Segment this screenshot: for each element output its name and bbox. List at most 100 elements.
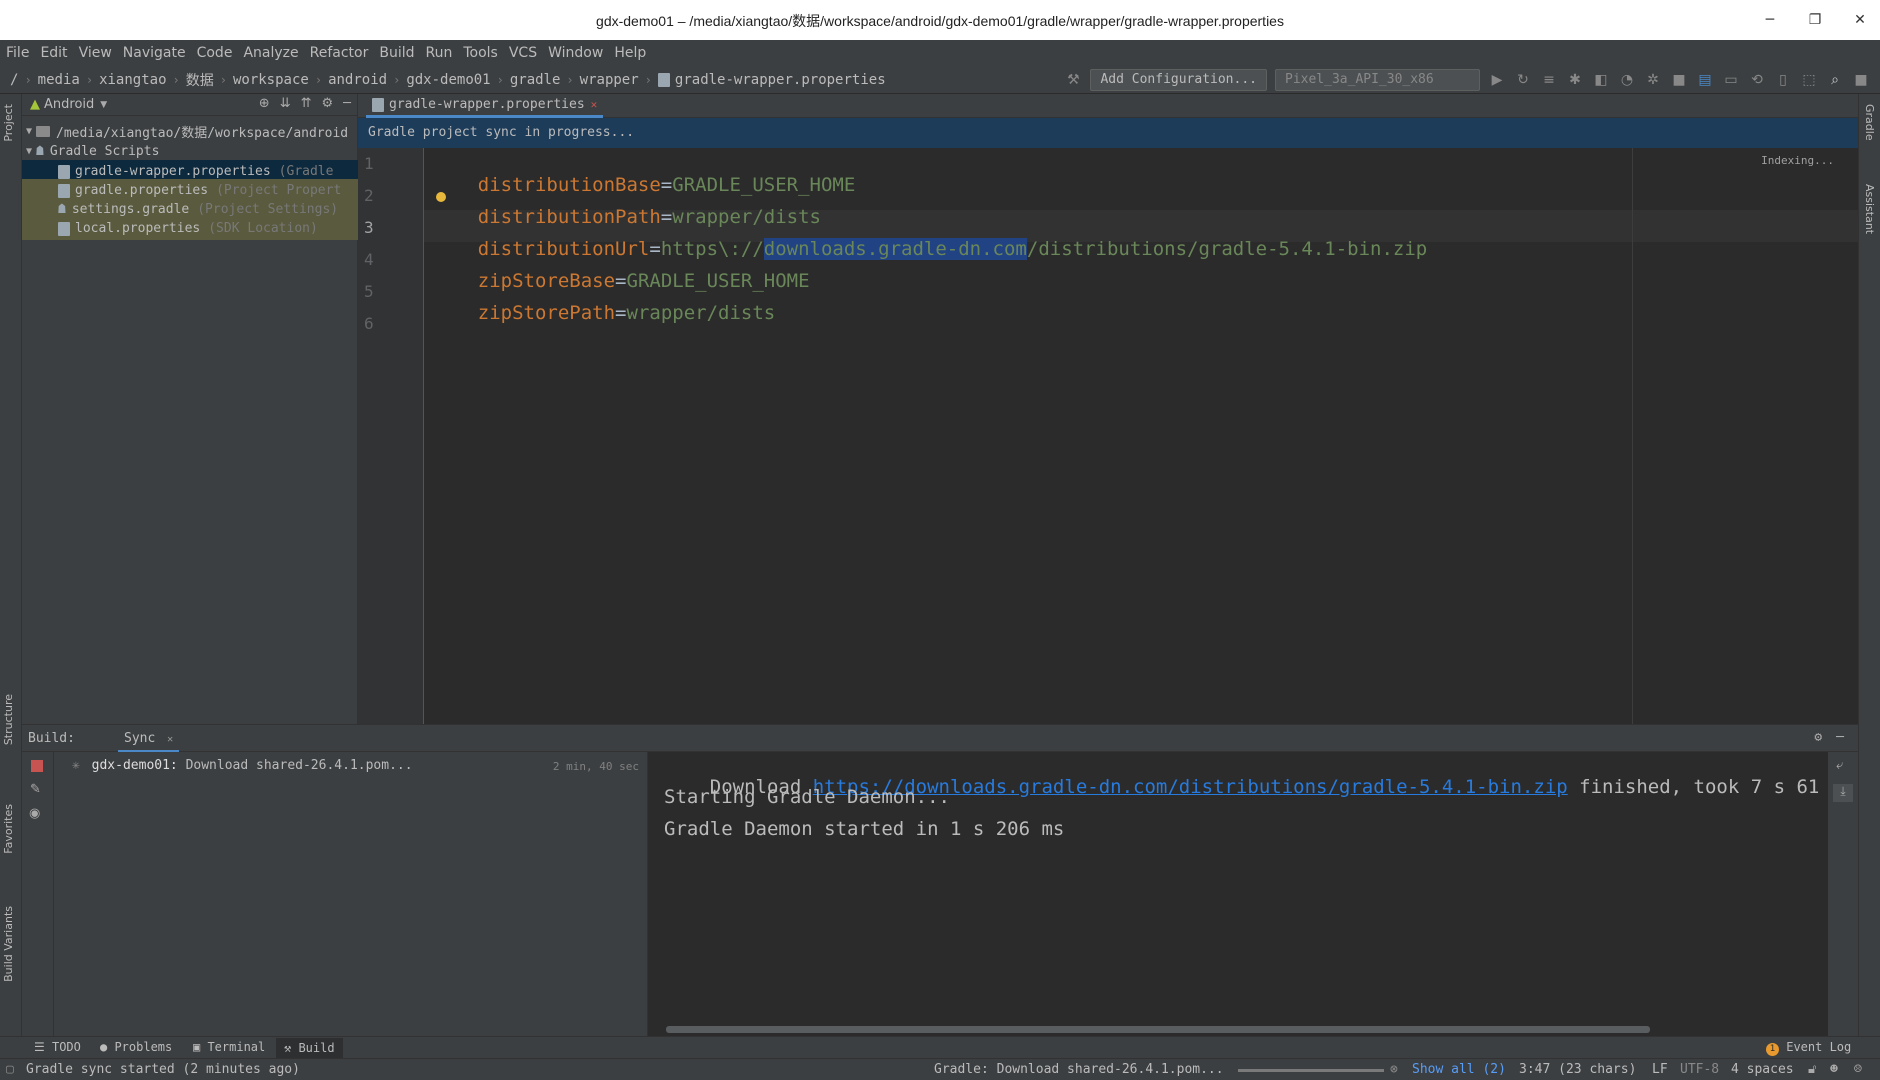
hide-panel-icon[interactable]: ─ xyxy=(343,96,351,111)
debug-icon[interactable]: ✱ xyxy=(1566,71,1584,89)
locate-icon[interactable]: ⊕ xyxy=(259,96,270,111)
chevron-down-icon[interactable]: ▼ xyxy=(22,126,36,137)
avd-manager-icon[interactable]: ▯ xyxy=(1774,71,1792,89)
line-number: 6 xyxy=(364,314,374,333)
breadcrumb-data[interactable]: 数据 xyxy=(186,70,214,90)
breadcrumb-root[interactable]: / xyxy=(10,72,18,88)
coverage-icon[interactable]: ◧ xyxy=(1592,71,1610,89)
menu-file[interactable]: File xyxy=(6,45,29,61)
tab-sync[interactable]: Sync ✕ xyxy=(118,725,180,753)
device-selector[interactable]: Pixel_3a_API_30_x86 xyxy=(1275,69,1480,91)
pin-icon[interactable]: ✎ xyxy=(30,782,41,797)
attach-debugger-icon[interactable]: ✲ xyxy=(1644,71,1662,89)
gradle-tool-tab[interactable]: Gradle xyxy=(1863,104,1876,141)
structure-tool-tab[interactable]: Structure xyxy=(2,694,15,745)
menu-run[interactable]: Run xyxy=(426,45,453,61)
menu-help[interactable]: Help xyxy=(614,45,646,61)
status-task[interactable]: Gradle: Download shared-26.4.1.pom... xyxy=(934,1062,1224,1077)
file-encoding[interactable]: UTF-8 xyxy=(1680,1062,1719,1077)
layout-icon[interactable]: ▢ xyxy=(6,1062,14,1077)
stop-icon[interactable] xyxy=(31,760,43,772)
gear-icon[interactable]: ⚙ xyxy=(1814,730,1822,745)
stop-icon[interactable]: ■ xyxy=(1670,71,1688,89)
caret-position[interactable]: 3:47 (23 chars) xyxy=(1519,1062,1636,1077)
build-console[interactable]: Download https://downloads.gradle-dn.com… xyxy=(648,752,1828,1036)
console-side-toolbar: ⤶ ⤓ xyxy=(1828,752,1858,1036)
menu-edit[interactable]: Edit xyxy=(40,45,67,61)
menu-build[interactable]: Build xyxy=(379,45,414,61)
tab-build[interactable]: ⚒ Build xyxy=(276,1038,343,1058)
tab-problems[interactable]: ● Problems xyxy=(100,1040,172,1054)
tree-gradle-scripts-label: Gradle Scripts xyxy=(49,144,160,159)
expand-all-icon[interactable]: ⇊ xyxy=(280,96,291,111)
project-view-selector[interactable]: Android xyxy=(44,97,94,112)
breadcrumb-wrapper[interactable]: wrapper xyxy=(580,72,639,88)
scroll-to-end-icon[interactable]: ⤓ xyxy=(1833,784,1853,802)
indent-setting[interactable]: 4 spaces xyxy=(1731,1062,1794,1077)
build-task-row[interactable]: ✳ gdx-demo01: Download shared-26.4.1.pom… xyxy=(72,758,413,773)
line-separator[interactable]: LF xyxy=(1652,1062,1668,1077)
breadcrumb-android[interactable]: android xyxy=(328,72,387,88)
favorites-tool-tab[interactable]: Favorites xyxy=(2,804,15,854)
menu-code[interactable]: Code xyxy=(197,45,233,61)
rerun-icon[interactable]: ↻ xyxy=(1514,71,1532,89)
soft-wrap-icon[interactable]: ⤶ xyxy=(1836,758,1843,773)
settings-square-icon[interactable]: ■ xyxy=(1852,71,1870,89)
hide-panel-icon[interactable]: ─ xyxy=(1836,730,1844,745)
profile-icon[interactable]: ◔ xyxy=(1618,71,1636,89)
project-structure-icon[interactable]: ▤ xyxy=(1696,71,1714,89)
breadcrumb-file[interactable]: gradle-wrapper.properties xyxy=(675,72,886,88)
collapse-all-icon[interactable]: ⇈ xyxy=(301,96,312,111)
menu-view[interactable]: View xyxy=(79,45,112,61)
breadcrumb-gdx-demo01[interactable]: gdx-demo01 xyxy=(406,72,490,88)
close-icon[interactable]: ✕ xyxy=(591,98,598,111)
chevron-down-icon[interactable]: ▼ xyxy=(100,100,107,110)
build-variants-tool-tab[interactable]: Build Variants xyxy=(2,906,15,982)
gradle-elephant-icon: ☗ xyxy=(58,202,66,217)
lock-icon[interactable]: 🔓︎ xyxy=(1808,1062,1816,1077)
tab-event-log[interactable]: 1 Event Log xyxy=(1766,1040,1851,1056)
breadcrumb-xiangtao[interactable]: xiangtao xyxy=(99,72,166,88)
breadcrumb-gradle[interactable]: gradle xyxy=(510,72,561,88)
cancel-icon[interactable]: ⊗ xyxy=(1390,1062,1398,1077)
smiley-icon[interactable]: ☻ xyxy=(1830,1062,1838,1077)
status-message[interactable]: Gradle sync started (2 minutes ago) xyxy=(26,1062,300,1077)
navigation-bar: / › media › xiangtao › 数据 › workspace › andro… xyxy=(0,66,1880,94)
face-icon[interactable]: ☹ xyxy=(1854,1062,1862,1077)
menu-window[interactable]: Window xyxy=(548,45,603,61)
search-icon[interactable]: ⌕ xyxy=(1826,71,1844,89)
run-icon[interactable]: ▶ xyxy=(1488,71,1506,89)
menu-vcs[interactable]: VCS xyxy=(509,45,537,61)
apply-changes-icon[interactable]: ≡ xyxy=(1540,71,1558,89)
show-all-link[interactable]: Show all (2) xyxy=(1412,1062,1506,1077)
menu-analyze[interactable]: Analyze xyxy=(243,45,298,61)
sync-gradle-icon[interactable]: ⟲ xyxy=(1748,71,1766,89)
menu-navigate[interactable]: Navigate xyxy=(123,45,186,61)
add-configuration-button[interactable]: Add Configuration... xyxy=(1090,69,1267,91)
console-horizontal-scrollbar[interactable] xyxy=(666,1026,1650,1033)
code-editor[interactable]: Indexing... distributionBase=GRADLE_USER… xyxy=(424,148,1858,724)
menu-tools[interactable]: Tools xyxy=(463,45,498,61)
close-button[interactable]: ✕ xyxy=(1845,8,1875,32)
project-tool-tab[interactable]: Project xyxy=(2,104,15,142)
maximize-button[interactable]: ❐ xyxy=(1800,8,1830,32)
sdk-manager-icon[interactable]: ▭ xyxy=(1722,71,1740,89)
tree-item-local-properties[interactable]: local.properties (SDK Location) xyxy=(22,217,358,240)
breadcrumb-media[interactable]: media xyxy=(38,72,80,88)
close-icon[interactable]: ✕ xyxy=(167,734,173,745)
gear-icon[interactable]: ⚙ xyxy=(322,96,334,111)
tab-terminal[interactable]: ▣ Terminal xyxy=(193,1040,265,1054)
editor-tab-gradle-wrapper[interactable]: gradle-wrapper.properties ✕ xyxy=(366,94,604,118)
hammer-icon[interactable]: ⚒ xyxy=(1064,71,1082,89)
tab-todo[interactable]: ☰ TODO xyxy=(34,1040,81,1054)
device-manager-icon[interactable]: ⬚ xyxy=(1800,71,1818,89)
chevron-down-icon[interactable]: ▼ xyxy=(22,146,36,157)
line-number: 3 xyxy=(364,218,374,237)
tree-root-label: /media/xiangtao/数据/workspace/android xyxy=(56,126,349,141)
menu-refactor[interactable]: Refactor xyxy=(310,45,369,61)
assistant-tool-tab[interactable]: Assistant xyxy=(1863,184,1876,234)
minimize-button[interactable]: ─ xyxy=(1755,8,1785,32)
eye-icon[interactable]: ◉ xyxy=(29,806,40,821)
breadcrumb-workspace[interactable]: workspace xyxy=(233,72,309,88)
status-bar: ▢ Gradle sync started (2 minutes ago) Gr… xyxy=(0,1058,1880,1080)
